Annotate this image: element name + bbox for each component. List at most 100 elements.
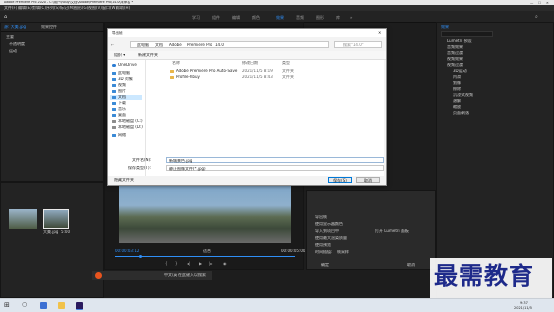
mark-out-icon[interactable]: } [175, 261, 178, 266]
tree-item-0[interactable]: Lumetri 预设 [447, 39, 472, 44]
program-scrub-bar[interactable] [115, 256, 295, 257]
search-taskbar-icon[interactable]: ○ [22, 301, 27, 308]
nav-videos[interactable]: 视频 [112, 83, 126, 88]
effects-search-field[interactable] [441, 31, 493, 37]
opt-open-lumetri[interactable]: 打开 Lumetri 面板 [375, 229, 409, 234]
fit-dropdown[interactable]: 适合 [203, 249, 211, 254]
address-bar[interactable]: 此电脑 文档 Adobe Premiere Pro 14.0 [130, 41, 329, 48]
nav-onedrive[interactable]: OneDrive [112, 63, 137, 68]
save-button[interactable]: 保存(S) [328, 177, 352, 183]
file-row[interactable]: Profile-hbuy 2021/11/5 8:43 文件夹 [170, 75, 294, 80]
source-tab[interactable]: 源: 大美.jpg [4, 25, 26, 30]
watermark-box: 最需教育 [430, 258, 552, 298]
nav-music[interactable]: 音乐 [112, 107, 126, 112]
col-name[interactable]: 名称 [172, 61, 180, 66]
tree-item-4[interactable]: 视频过渡 [447, 63, 463, 68]
dialog-close-icon[interactable]: ✕ [378, 30, 381, 35]
crumb-1[interactable]: 文档 [155, 43, 163, 48]
nav-pictures[interactable]: 图片 [112, 89, 126, 94]
effect-controls-tab[interactable]: 效果控件 [41, 25, 57, 30]
tree-item-1[interactable]: 音频效果 [447, 45, 463, 50]
workspace-more[interactable]: » [350, 15, 352, 20]
effect-item-opacity[interactable]: 不透明度 [9, 42, 25, 47]
back-icon[interactable]: ← [111, 42, 114, 47]
opt-display-color[interactable]: 使用显示器颜色 [315, 222, 343, 227]
nav-desktop[interactable]: 桌面 [112, 113, 126, 118]
workspace-assembly[interactable]: 组件 [212, 15, 220, 21]
export-ok-button[interactable]: 确定 [321, 263, 329, 268]
tree-item-3[interactable]: 视频效果 [447, 57, 463, 62]
nav-documents[interactable]: 文档 [110, 95, 142, 100]
workspace-learn[interactable]: 学习 [192, 15, 200, 21]
tree-item-7[interactable]: 划像 [453, 81, 461, 86]
new-folder-button[interactable]: 新建文件夹 [138, 53, 158, 58]
effect-controls-panel: 源: 大美.jpg 效果控件 主要 不透明度 运动 [0, 22, 105, 182]
crumb-4[interactable]: 14.0 [215, 43, 224, 48]
step-forward-icon[interactable]: |▸ [209, 261, 212, 266]
maximize-icon[interactable]: ☐ [538, 1, 541, 5]
col-date[interactable]: 修改日期 [242, 61, 258, 66]
filename-field[interactable]: 新城景色.jpg [166, 157, 384, 163]
nav-this-pc[interactable]: 此电脑 [112, 71, 130, 76]
play-icon[interactable]: ▶ [199, 261, 202, 266]
nav-label: 本地磁盘 (D:) [118, 125, 143, 130]
effect-item-main[interactable]: 主要 [6, 35, 14, 40]
workspace-audio[interactable]: 音频 [296, 15, 304, 21]
workspace-effects[interactable]: 效果 [276, 15, 284, 21]
opt-export-frame[interactable]: 导出帧 [315, 215, 327, 220]
step-back-icon[interactable]: ◂| [187, 261, 190, 266]
tree-item-2[interactable]: 音频过渡 [447, 51, 463, 56]
nav-drive-c[interactable]: 本地磁盘 (C:) [112, 119, 143, 124]
nav-downloads[interactable]: 下载 [112, 101, 126, 106]
workspace-libraries[interactable]: 库 [336, 15, 340, 21]
crumb-0[interactable]: 此电脑 [137, 43, 149, 48]
nav-3d-objects[interactable]: 3D 对象 [112, 77, 133, 82]
effect-item-motion[interactable]: 运动 [9, 49, 17, 54]
savetype-select[interactable]: 静止图像文件(*.jpg) [166, 165, 384, 171]
search-icon[interactable]: ⌕ [535, 14, 538, 20]
workspace-graphics[interactable]: 图形 [316, 15, 324, 21]
mark-in-icon[interactable]: { [165, 261, 168, 266]
workspace-color[interactable]: 颜色 [252, 15, 260, 21]
export-frame-icon[interactable]: ◉ [223, 261, 227, 266]
crumb-2[interactable]: Adobe [169, 43, 182, 48]
tree-item-8[interactable]: 擦除 [453, 87, 461, 92]
premiere-pro-icon[interactable] [76, 302, 83, 310]
time-interp-value[interactable]: 帧采样 [337, 250, 349, 255]
search-field[interactable]: 搜索"14.0" [334, 41, 382, 48]
col-type[interactable]: 类型 [282, 61, 290, 66]
tree-item-6[interactable]: 内滑 [453, 75, 461, 80]
export-cancel-button[interactable]: 取消 [407, 263, 415, 268]
ime-bar: 中文/英 在此键入以搜索 [92, 271, 212, 280]
organize-button[interactable]: 组织 ▾ [114, 53, 125, 58]
tree-item-5[interactable]: 3D运动 [453, 69, 467, 74]
file-explorer-icon[interactable] [58, 302, 65, 309]
minimize-icon[interactable]: — [530, 1, 533, 5]
tree-item-12[interactable]: 页面剥落 [453, 111, 469, 116]
opt-use-preview[interactable]: 使用预览 [315, 243, 331, 248]
tree-item-11[interactable]: 缩放 [453, 105, 461, 110]
start-icon[interactable]: ⊞ [4, 301, 10, 309]
computer-icon [112, 72, 116, 75]
nav-label: 网络 [118, 133, 126, 138]
crumb-3[interactable]: Premiere Pro [187, 43, 212, 48]
opt-import-project[interactable]: 导入到项目中 [315, 229, 339, 234]
windows-taskbar: ⊞ ○ 9:37 2021/11/5 [0, 298, 554, 312]
tree-item-9[interactable]: 沉浸式视频 [453, 93, 473, 98]
effects-tab[interactable]: 效果 [441, 25, 449, 30]
workspace-editing[interactable]: 编辑 [232, 15, 240, 21]
playhead[interactable] [139, 255, 142, 258]
edge-icon[interactable] [40, 302, 47, 309]
opt-max-quality[interactable]: 使用最大渲染质量 [315, 236, 347, 241]
ime-label[interactable]: 中文/英 [164, 273, 177, 278]
cancel-button[interactable]: 取消 [356, 177, 380, 183]
hide-folders-toggle[interactable]: 隐藏文件夹 [114, 178, 134, 183]
home-icon[interactable]: ⌂ [4, 14, 7, 20]
close-icon[interactable]: ✕ [546, 1, 549, 5]
tree-item-10[interactable]: 溶解 [453, 99, 461, 104]
nav-network[interactable]: 网络 [112, 133, 126, 138]
project-thumb-1[interactable] [9, 209, 37, 229]
project-thumb-2[interactable] [43, 209, 69, 229]
nav-drive-d[interactable]: 本地磁盘 (D:) [112, 125, 143, 130]
file-row[interactable]: Adobe Premiere Pro Auto-Save 2021/11/5 8… [170, 69, 294, 74]
